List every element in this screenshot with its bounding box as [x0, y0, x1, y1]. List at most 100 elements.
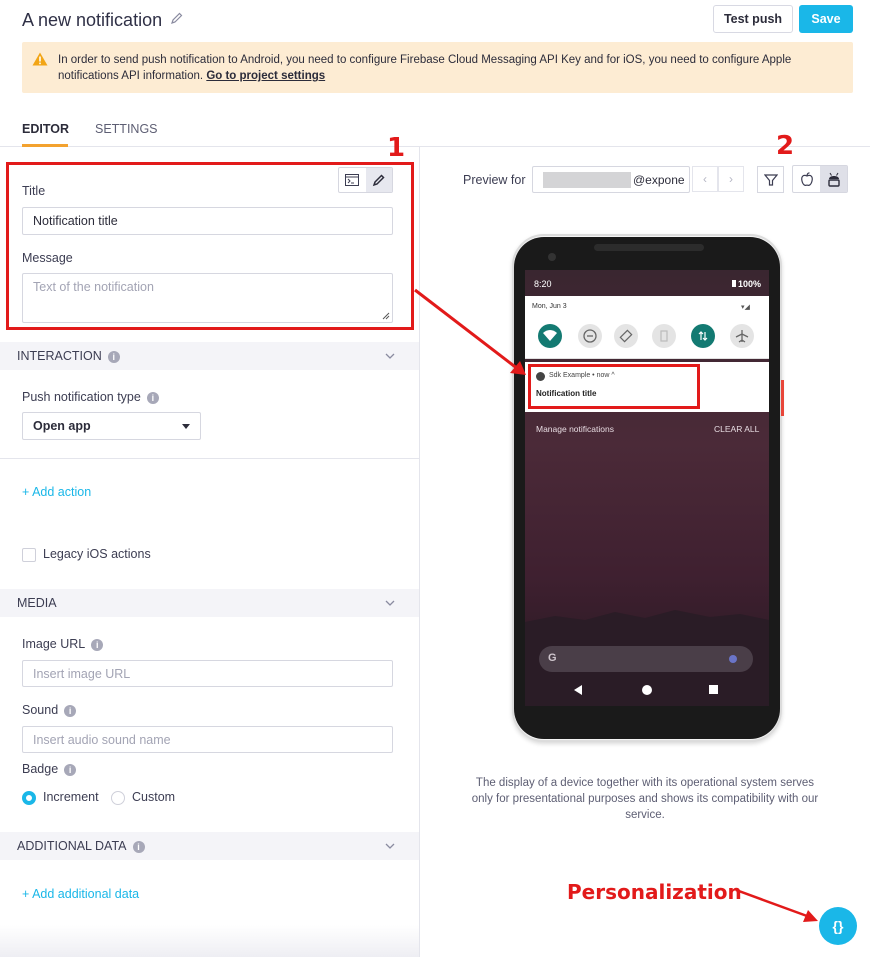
chevron-down-icon — [385, 353, 395, 359]
push-type-select[interactable]: Open app — [22, 412, 201, 440]
annotation-number-2: 2 — [776, 131, 795, 161]
back-icon[interactable] — [574, 685, 582, 695]
qs-signal-icon: ▾◢ — [741, 304, 750, 311]
manage-notifications-link[interactable]: Manage notifications — [536, 424, 614, 434]
annotation-arrow-icon — [414, 288, 526, 375]
sound-placeholder: Insert audio sound name — [33, 732, 171, 747]
info-icon: i — [146, 391, 159, 404]
filter-icon — [763, 173, 778, 186]
additional-data-section-header[interactable]: ADDITIONAL DATA i — [0, 832, 419, 860]
tab-settings[interactable]: SETTINGS — [95, 122, 158, 136]
autorotate-icon[interactable] — [614, 324, 638, 348]
battery-saver-icon[interactable] — [652, 324, 676, 348]
test-push-button[interactable]: Test push — [713, 5, 793, 33]
status-time: 8:20 — [534, 279, 552, 289]
airplane-icon[interactable] — [730, 324, 754, 348]
interaction-section-header[interactable]: INTERACTION i — [0, 342, 419, 370]
legacy-ios-label: Legacy iOS actions — [43, 547, 151, 561]
battery-glyph-icon — [660, 330, 668, 342]
panel-divider — [419, 147, 420, 957]
push-type-label: Push notification type i — [22, 390, 159, 404]
warning-message: In order to send push notification to An… — [58, 54, 792, 82]
push-type-value: Open app — [33, 419, 91, 433]
panel-bottom-fade — [0, 925, 419, 957]
apple-icon — [800, 171, 813, 186]
chevron-right-icon: › — [729, 172, 733, 186]
prev-user-button[interactable]: ‹ — [692, 166, 718, 192]
image-url-input[interactable]: Insert image URL — [22, 660, 393, 687]
preview-user-input[interactable]: @expone — [532, 166, 690, 193]
active-tab-indicator — [22, 144, 68, 147]
chevron-down-icon — [385, 843, 395, 849]
annotation-number-1: 1 — [387, 133, 406, 163]
media-section-header[interactable]: MEDIA — [0, 589, 419, 617]
sound-input[interactable]: Insert audio sound name — [22, 726, 393, 753]
badge-increment-radio[interactable] — [22, 791, 36, 805]
home-icon[interactable] — [642, 685, 652, 695]
personalization-button[interactable]: {} — [819, 907, 857, 945]
qs-date: Mon, Jun 3 — [532, 303, 567, 310]
chevron-left-icon: ‹ — [703, 172, 707, 186]
dnd-icon[interactable] — [578, 324, 602, 348]
warning-text: In order to send push notification to An… — [58, 52, 838, 84]
save-button[interactable]: Save — [799, 5, 853, 33]
warning-banner: In order to send push notification to An… — [22, 42, 853, 93]
phone-speaker — [594, 244, 704, 251]
google-search-bar[interactable]: G — [539, 646, 753, 672]
media-section-title: MEDIA — [17, 596, 57, 610]
battery-level: 100% — [738, 279, 762, 289]
status-battery: 100% — [732, 279, 761, 289]
preview-user-value: @expone — [633, 173, 685, 187]
image-url-placeholder: Insert image URL — [33, 666, 131, 681]
assistant-icon — [729, 655, 737, 663]
legacy-ios-checkbox[interactable] — [22, 548, 36, 562]
airplane-glyph-icon — [735, 330, 749, 343]
wifi-icon[interactable] — [538, 324, 562, 348]
device-disclaimer: The display of a device together with it… — [471, 777, 819, 821]
google-icon: G — [548, 652, 557, 664]
badge-custom-radio[interactable] — [111, 791, 125, 805]
annotation-arrow-icon — [735, 888, 818, 922]
annotation-box-1 — [6, 162, 414, 330]
redacted-email — [543, 172, 631, 188]
tabs-divider — [0, 146, 870, 147]
edit-title-icon[interactable] — [170, 11, 184, 25]
add-action-link[interactable]: + Add action — [22, 485, 91, 499]
data-icon[interactable] — [691, 324, 715, 348]
phone-screen: 8:20 100% Mon, Jun 3 ▾◢ Sdk Example • no… — [525, 270, 769, 706]
interaction-section-title: INTERACTION i — [17, 349, 120, 363]
badge-label-text: Badge — [22, 762, 59, 776]
filter-button[interactable] — [757, 166, 784, 193]
info-icon: i — [91, 638, 104, 651]
info-icon: i — [107, 350, 120, 363]
project-settings-link[interactable]: Go to project settings — [206, 70, 325, 82]
wifi-glyph-icon — [543, 330, 557, 341]
section-divider — [0, 458, 419, 459]
preview-for-label: Preview for — [463, 173, 526, 187]
recents-icon[interactable] — [709, 685, 718, 694]
caret-down-icon — [182, 424, 190, 429]
android-button[interactable] — [820, 166, 847, 192]
annotation-personalization: Personalization — [567, 880, 742, 904]
os-toggle — [792, 165, 848, 193]
additional-data-section-title: ADDITIONAL DATA i — [17, 839, 145, 853]
next-user-button[interactable]: › — [718, 166, 744, 192]
tab-editor[interactable]: EDITOR — [22, 122, 69, 136]
add-additional-data-link[interactable]: + Add additional data — [22, 887, 139, 901]
quick-settings-panel: Mon, Jun 3 ▾◢ — [525, 296, 769, 359]
image-url-label-text: Image URL — [22, 637, 86, 651]
info-icon: i — [64, 704, 77, 717]
page-title: A new notification — [22, 10, 163, 30]
info-icon: i — [64, 763, 77, 776]
battery-icon — [732, 280, 736, 287]
ios-button[interactable] — [793, 166, 820, 192]
phone-camera — [548, 253, 556, 261]
interaction-title-text: INTERACTION — [17, 349, 102, 363]
rotate-glyph-icon — [619, 329, 633, 343]
badge-increment-label: Increment — [43, 790, 99, 804]
data-glyph-icon — [698, 331, 708, 341]
push-type-label-text: Push notification type — [22, 390, 141, 404]
clear-all-button[interactable]: CLEAR ALL — [714, 424, 759, 434]
info-icon: i — [132, 840, 145, 853]
sound-label-text: Sound — [22, 703, 59, 717]
